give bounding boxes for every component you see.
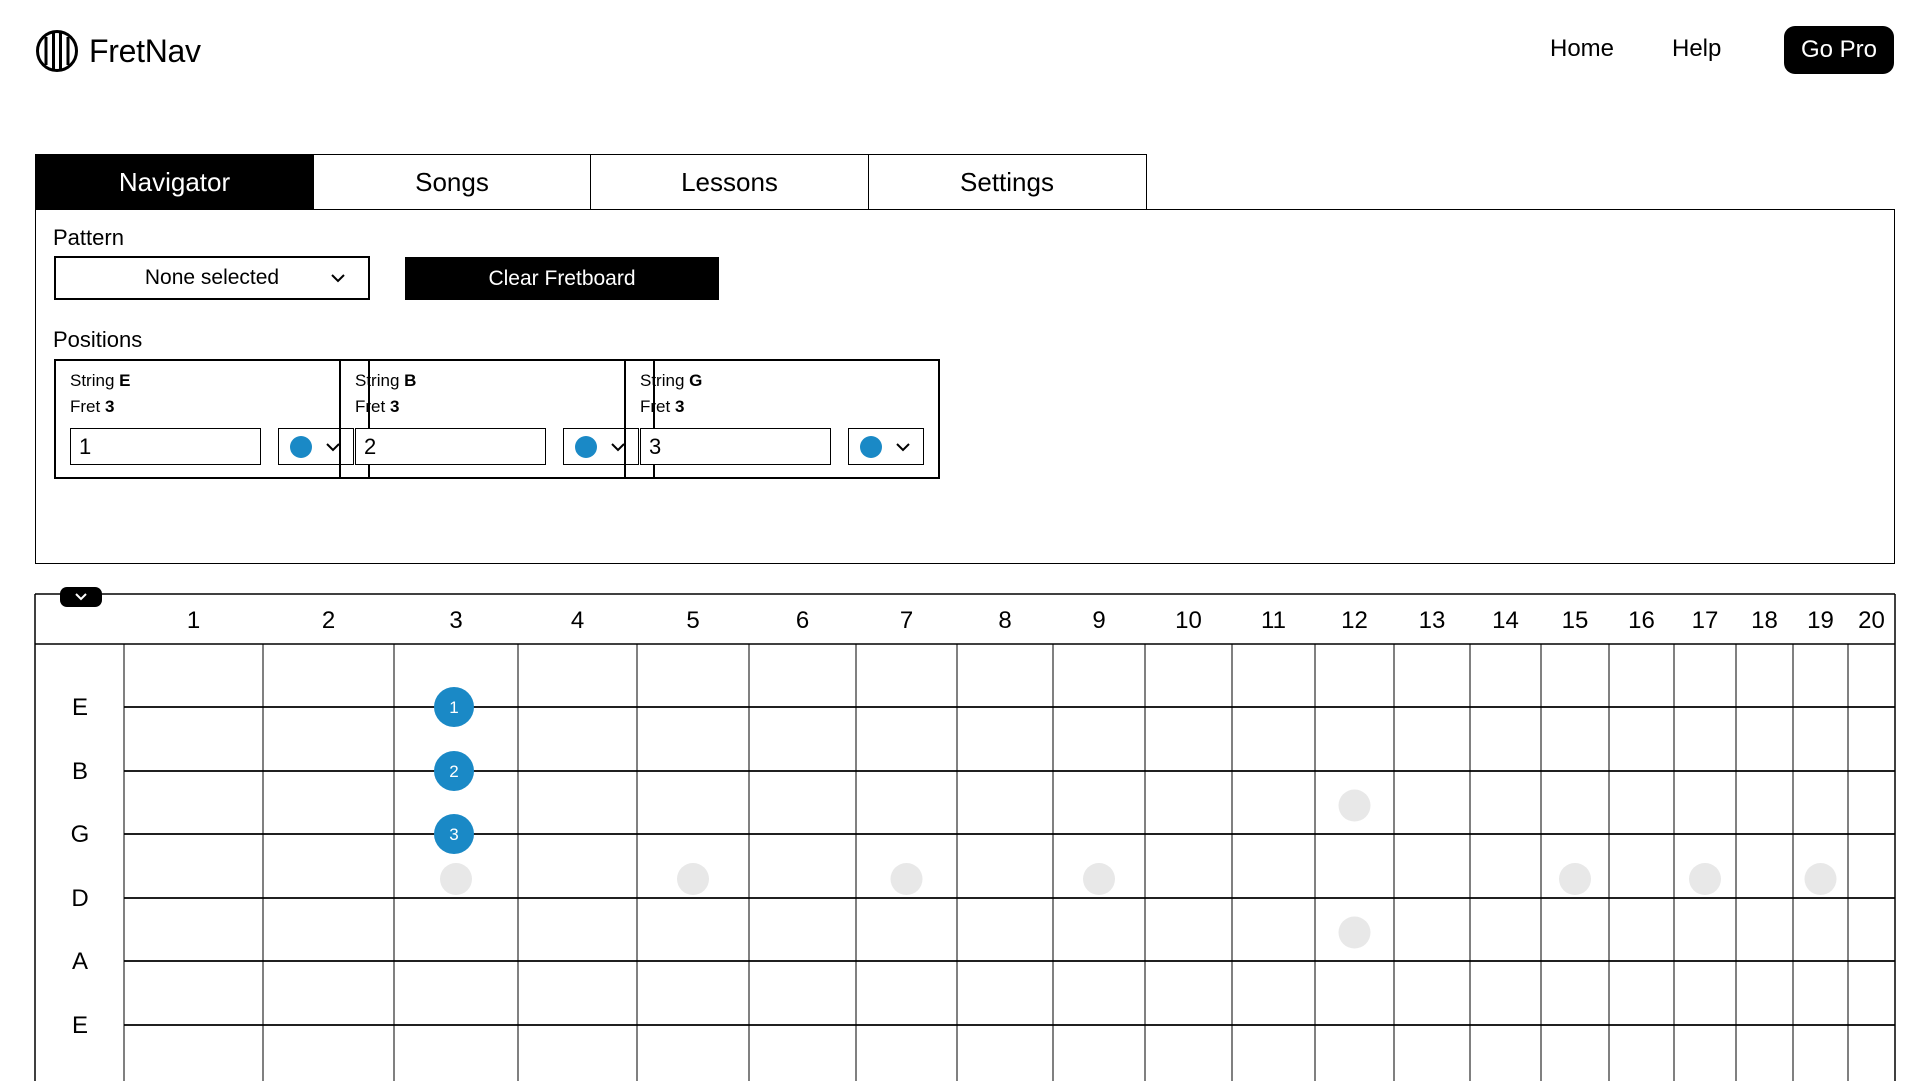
fret-number: 2 xyxy=(322,607,335,634)
fretboard-note[interactable]: 2 xyxy=(434,751,474,791)
fret-inlay-dot xyxy=(677,863,709,895)
fret-number: 11 xyxy=(1261,607,1286,634)
fretboard-note[interactable]: 3 xyxy=(434,814,474,854)
fret-number: 1 xyxy=(187,607,200,634)
fret-inlay-dot xyxy=(1804,863,1837,895)
fret-number: 13 xyxy=(1419,607,1446,634)
fret-number: 12 xyxy=(1341,607,1368,634)
fret-number: 20 xyxy=(1858,607,1885,634)
fret-number: 4 xyxy=(571,607,584,634)
string-label: D xyxy=(71,885,88,912)
fret-number: 19 xyxy=(1807,607,1834,634)
fret-number: 9 xyxy=(1092,607,1105,634)
fret-inlay-dot xyxy=(440,863,472,895)
fret-number: 18 xyxy=(1751,607,1778,634)
fret-number: 16 xyxy=(1628,607,1655,634)
string-label: A xyxy=(72,948,88,975)
fret-inlay-dot xyxy=(1338,916,1371,949)
fret-number: 3 xyxy=(449,607,462,634)
fret-number: 14 xyxy=(1492,607,1519,634)
note-label: 2 xyxy=(449,762,458,781)
chevron-down-icon xyxy=(75,593,87,601)
fret-number: 10 xyxy=(1175,607,1202,634)
fret-number: 5 xyxy=(686,607,699,634)
fret-inlay-dot xyxy=(890,863,923,895)
fret-inlay-dot xyxy=(1083,863,1115,895)
string-label: B xyxy=(72,758,88,785)
fret-number: 6 xyxy=(796,607,809,634)
fret-number: 17 xyxy=(1692,607,1719,634)
string-label: E xyxy=(72,1012,88,1039)
fret-number: 7 xyxy=(900,607,913,634)
fretboard: 1 2 3 4 5 6 7 8 9 10 11 12 13 14 15 16 17 18 19 20EBGDAE123 xyxy=(34,593,1896,1081)
fret-number: 8 xyxy=(998,607,1011,634)
string-label: E xyxy=(72,694,88,721)
fret-number: 15 xyxy=(1562,607,1589,634)
note-label: 3 xyxy=(449,825,458,844)
fretboard-note[interactable]: 1 xyxy=(434,687,474,727)
fret-inlay-dot xyxy=(1689,863,1721,895)
note-label: 1 xyxy=(449,698,458,717)
string-label: G xyxy=(71,821,90,848)
collapse-fretboard-button[interactable] xyxy=(60,587,102,607)
fret-inlay-dot xyxy=(1338,789,1371,822)
fret-inlay-dot xyxy=(1559,863,1591,895)
